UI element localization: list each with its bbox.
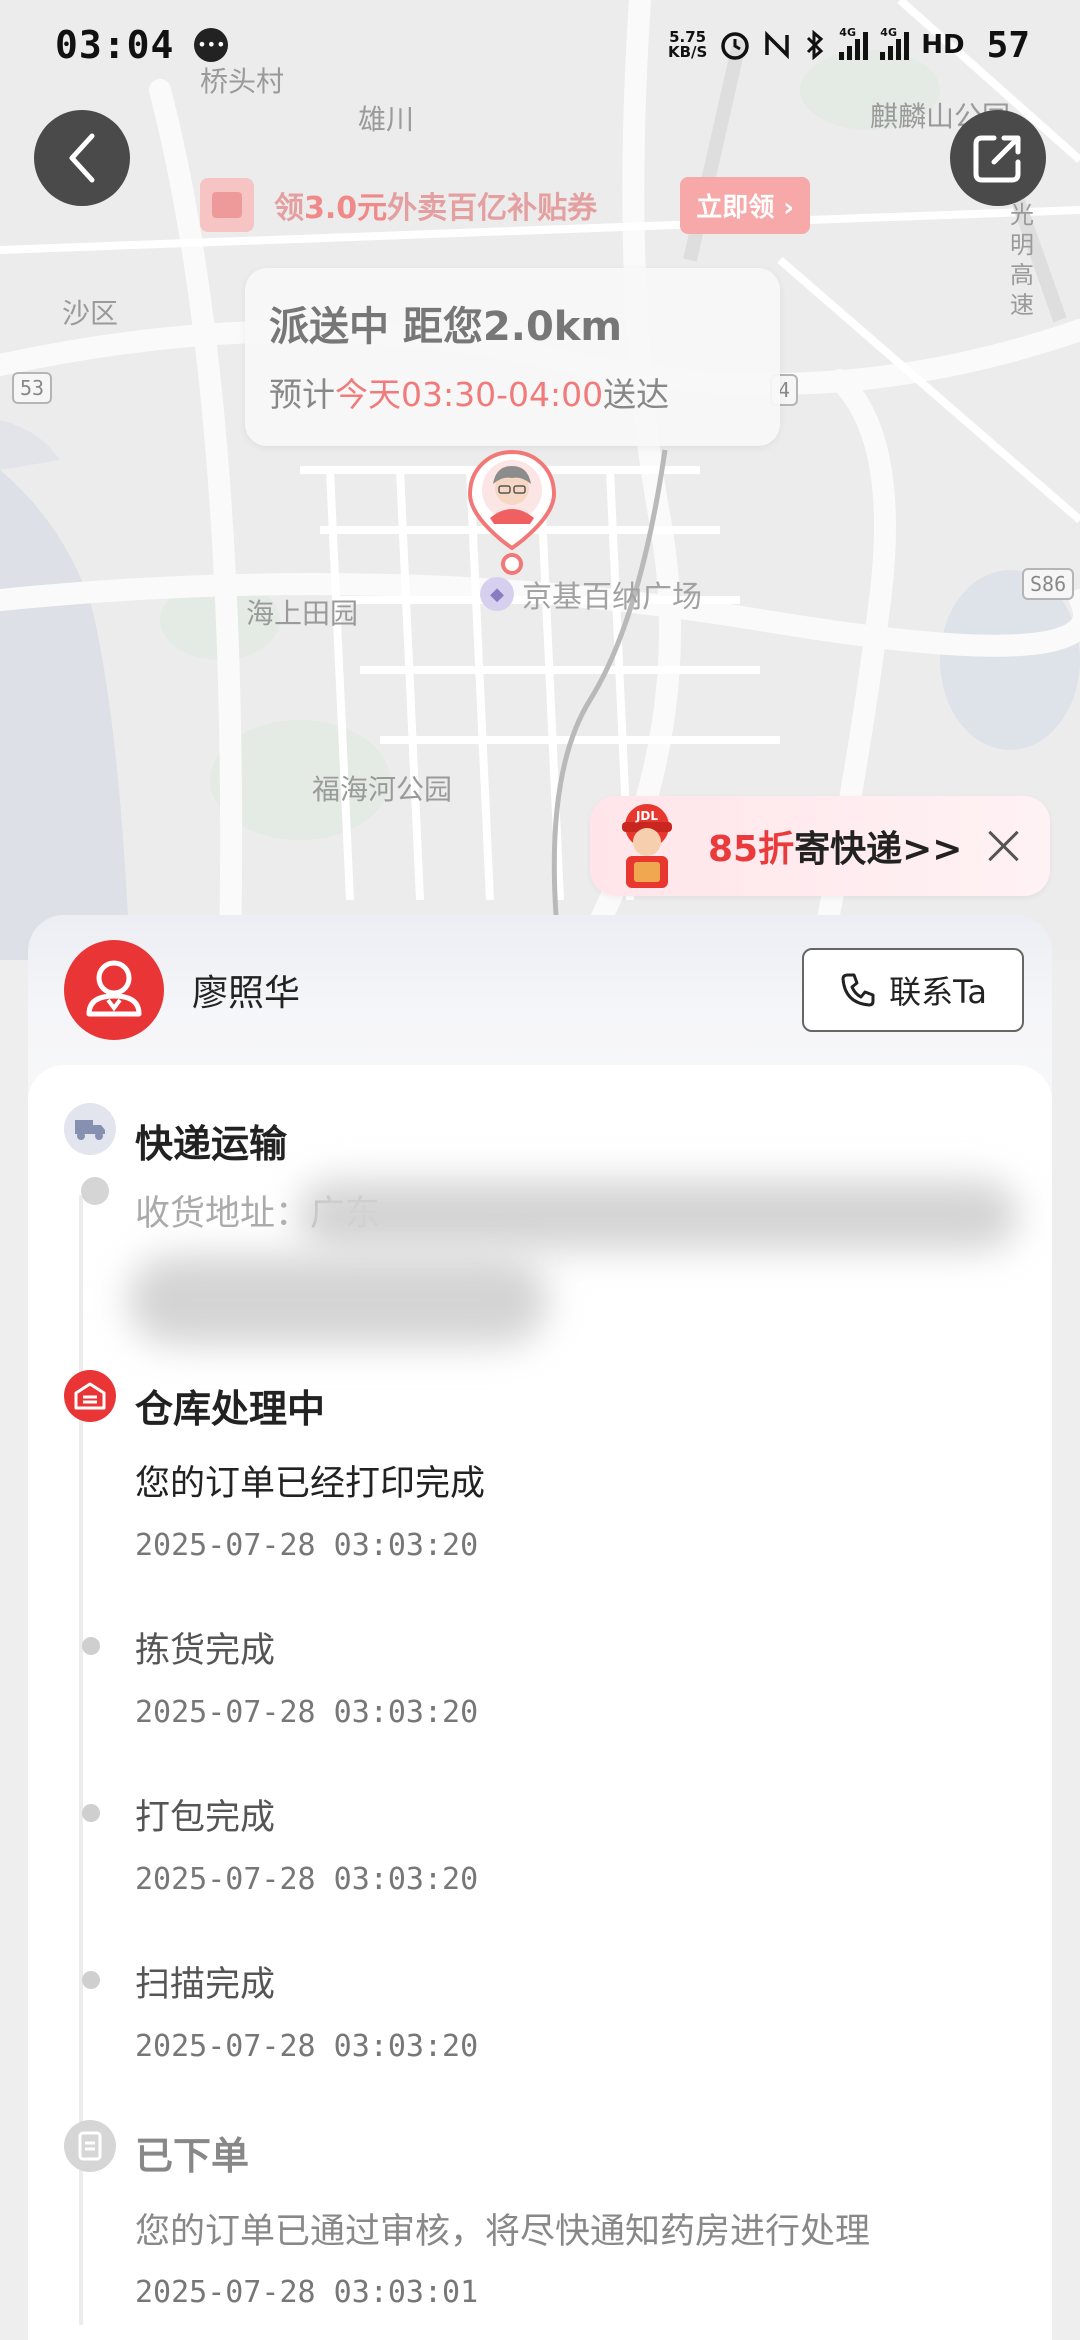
eta-suffix: 送达 bbox=[603, 375, 670, 414]
tracking-timeline-card: 快递运输 收货地址：广东 仓库处理中 您的订单已经打印完成 2025-07-28… bbox=[28, 1065, 1052, 2340]
poi-jingji-mall: ◆ 京基百纳广场 bbox=[480, 572, 702, 616]
warehouse-icon bbox=[64, 1370, 116, 1422]
event-time: 2025-07-28 03:03:20 bbox=[135, 1695, 479, 1730]
event-time: 2025-07-28 03:03:20 bbox=[135, 1862, 479, 1897]
truck-icon bbox=[64, 1103, 116, 1155]
timeline-dot bbox=[82, 1637, 100, 1655]
network-type-1: 4G bbox=[839, 26, 856, 39]
mascot-badge: JDL bbox=[635, 809, 658, 823]
delivery-status: 派送中 距您2.0km bbox=[269, 304, 623, 350]
timeline-dot bbox=[82, 1804, 100, 1822]
timeline-dot bbox=[82, 1971, 100, 1989]
road-badge: S86 bbox=[1022, 568, 1075, 600]
alarm-icon bbox=[721, 32, 750, 60]
courier-location-pin-icon[interactable] bbox=[466, 448, 558, 578]
timeline-node-warehouse bbox=[64, 1370, 116, 1422]
timeline-node-picking bbox=[82, 1637, 100, 1655]
event-time: 2025-07-28 03:03:20 bbox=[135, 2029, 479, 2064]
courier-name: 廖照华 bbox=[192, 973, 301, 1014]
delivery-eta: 预计今天03:30-04:00送达 bbox=[269, 368, 756, 416]
event-description: 您的订单已经打印完成 bbox=[135, 1464, 486, 1504]
shopping-bag-icon: ◆ bbox=[480, 577, 514, 611]
promo-discount: 85折 bbox=[708, 829, 795, 870]
timeline-node-address bbox=[81, 1177, 109, 1205]
eta-prefix: 预计 bbox=[269, 375, 335, 414]
delivery-info-card: 派送中 距您2.0km 预计今天03:30-04:00送达 bbox=[245, 268, 780, 446]
coupon-claim-button[interactable]: 立即领 › bbox=[680, 176, 810, 234]
coupon-text: 领3.0元外卖百亿补贴券 bbox=[274, 183, 597, 227]
coupon-bag-icon bbox=[200, 178, 254, 232]
phone-icon bbox=[841, 973, 875, 1007]
document-icon bbox=[64, 2120, 116, 2172]
contact-label: 联系Ta bbox=[889, 973, 987, 1011]
promo-label: 寄快递>> bbox=[794, 829, 963, 870]
shipping-promo-banner[interactable]: JDL 85折寄快递>> bbox=[590, 796, 1050, 896]
event-title: 仓库处理中 bbox=[135, 1387, 326, 1431]
event-title: 打包完成 bbox=[135, 1798, 276, 1838]
courier-person-icon bbox=[86, 960, 142, 1017]
message-notification-icon: ••• bbox=[194, 28, 229, 62]
status-time: 03:04 bbox=[55, 23, 175, 67]
timeline-node-scanning bbox=[82, 1971, 100, 1989]
transport-title: 快递运输 bbox=[135, 1122, 288, 1166]
share-button[interactable] bbox=[950, 110, 1046, 206]
shipping-address: 收货地址：广东 bbox=[128, 1175, 1048, 1355]
contact-courier-button[interactable]: 联系Ta bbox=[802, 948, 1024, 1032]
battery-level: 57 bbox=[986, 24, 1030, 66]
map-label-fuhaihe: 福海河公园 bbox=[312, 773, 453, 806]
signal-icon: 4G bbox=[839, 26, 869, 60]
timeline-node-packing bbox=[82, 1804, 100, 1822]
event-description: 您的订单已通过审核，将尽快通知药房进行处理 bbox=[135, 2212, 871, 2252]
road-badge: 53 bbox=[12, 372, 53, 404]
timeline-node-ordered bbox=[64, 2120, 116, 2172]
network-type-2: 4G bbox=[880, 26, 897, 39]
signal-icon: 4G bbox=[880, 26, 910, 60]
event-title: 已下单 bbox=[135, 2134, 250, 2178]
event-title: 扫描完成 bbox=[135, 1965, 276, 2005]
hd-voice-indicator: HD bbox=[921, 30, 965, 60]
close-icon[interactable] bbox=[984, 826, 1024, 866]
coupon-banner[interactable]: 领3.0元外卖百亿补贴券 立即领 › bbox=[200, 165, 810, 245]
network-speed-unit: KB/S bbox=[667, 43, 708, 61]
timeline-dot bbox=[81, 1177, 109, 1205]
bluetooth-icon bbox=[807, 29, 824, 61]
map-label-shaqu: 沙区 bbox=[62, 297, 119, 330]
order-tracking-sheet[interactable]: 廖照华 联系Ta 快递运输 收货地址：广东 仓库处理中 您的订单已经打印完成 2… bbox=[28, 915, 1052, 2340]
poi-label: 京基百纳广场 bbox=[522, 580, 702, 615]
event-title: 拣货完成 bbox=[135, 1631, 276, 1671]
event-time: 2025-07-28 03:03:20 bbox=[135, 1528, 479, 1563]
chevron-left-icon bbox=[69, 133, 95, 183]
map-label-haishangtianyuan: 海上田园 bbox=[246, 597, 359, 630]
map-label-xiongchuan: 雄川 bbox=[358, 103, 415, 136]
network-speed: 5.75 KB/S bbox=[668, 30, 707, 60]
coupon-suffix: 外卖百亿补贴券 bbox=[387, 191, 598, 226]
share-icon bbox=[973, 135, 1021, 183]
eta-window: 今天03:30-04:00 bbox=[335, 375, 604, 414]
map-label-guangming-hw: 光明高速 bbox=[1010, 201, 1034, 319]
coupon-amount: 3.0元 bbox=[304, 191, 388, 226]
courier-mascot-icon: JDL bbox=[622, 804, 672, 888]
courier-row: 廖照华 联系Ta bbox=[28, 915, 1052, 1065]
event-time: 2025-07-28 03:03:01 bbox=[135, 2275, 479, 2310]
timeline-node-transport bbox=[64, 1103, 116, 1155]
courier-avatar bbox=[64, 940, 164, 1040]
coupon-prefix: 领 bbox=[274, 191, 304, 226]
promo-text: 85折寄快递>> bbox=[708, 820, 962, 872]
nfc-icon bbox=[765, 30, 790, 60]
back-button[interactable] bbox=[34, 110, 130, 206]
status-bar: 03:04 ••• 5.75 KB/S 4G 4G HD 57 bbox=[0, 0, 1080, 90]
